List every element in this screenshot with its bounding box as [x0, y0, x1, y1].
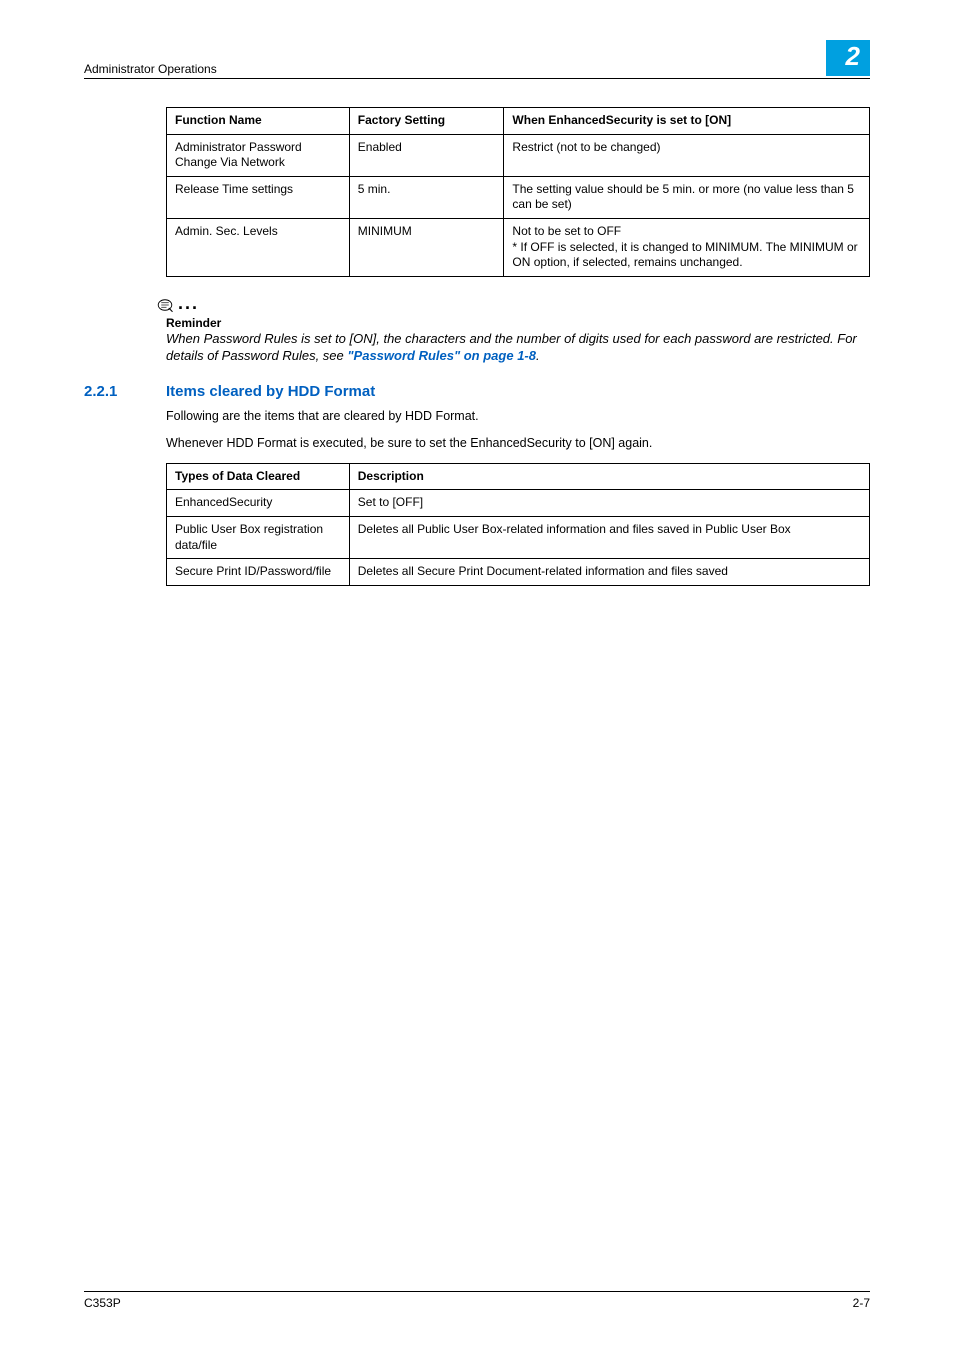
table-cell: Deletes all Secure Print Document-relate… [349, 559, 869, 586]
section-heading: 2.2.1 Items cleared by HDD Format [84, 383, 870, 400]
paragraph: Following are the items that are cleared… [166, 408, 870, 426]
content-area: Function Name Factory Setting When Enhan… [166, 107, 870, 586]
table-cell: Not to be set to OFF * If OFF is selecte… [504, 218, 870, 276]
table-row: Administrator Password Change Via Networ… [167, 134, 870, 176]
page-footer: C353P 2-7 [84, 1291, 870, 1310]
table-cell: 5 min. [349, 176, 504, 218]
ellipsis-icon: ... [178, 293, 199, 313]
table-header-cell: Function Name [167, 108, 350, 135]
reminder-text: When Password Rules is set to [ON], the … [166, 330, 870, 365]
reminder-label: Reminder [166, 316, 870, 330]
cleared-data-table: Types of Data Cleared Description Enhanc… [166, 463, 870, 586]
page: Administrator Operations 2 Function Name… [0, 0, 954, 1350]
table-row: EnhancedSecurity Set to [OFF] [167, 490, 870, 517]
reminder-icon-row: ... [156, 293, 870, 314]
running-header: Administrator Operations 2 [84, 40, 870, 79]
table-row: Admin. Sec. Levels MINIMUM Not to be set… [167, 218, 870, 276]
table-row: Public User Box registration data/file D… [167, 517, 870, 559]
table-cell: Deletes all Public User Box-related info… [349, 517, 869, 559]
note-icon [156, 296, 174, 314]
section-number: 2.2.1 [84, 383, 138, 400]
table-cell: Secure Print ID/Password/file [167, 559, 350, 586]
table-cell: Set to [OFF] [349, 490, 869, 517]
footer-page-number: 2-7 [853, 1296, 870, 1310]
chapter-number-badge: 2 [826, 40, 870, 76]
table-header-row: Function Name Factory Setting When Enhan… [167, 108, 870, 135]
table-cell: The setting value should be 5 min. or mo… [504, 176, 870, 218]
password-rules-link[interactable]: "Password Rules" on page 1-8 [347, 348, 536, 363]
table-cell: Administrator Password Change Via Networ… [167, 134, 350, 176]
table-header-cell: Factory Setting [349, 108, 504, 135]
table-header-cell: Types of Data Cleared [167, 463, 350, 490]
table-cell: Release Time settings [167, 176, 350, 218]
section-title: Items cleared by HDD Format [166, 383, 375, 400]
table-cell: Admin. Sec. Levels [167, 218, 350, 276]
table-cell: EnhancedSecurity [167, 490, 350, 517]
table-cell: Enabled [349, 134, 504, 176]
header-section-title: Administrator Operations [84, 62, 217, 76]
table-cell: Public User Box registration data/file [167, 517, 350, 559]
table-header-cell: Description [349, 463, 869, 490]
paragraph: Whenever HDD Format is executed, be sure… [166, 435, 870, 453]
table-cell: MINIMUM [349, 218, 504, 276]
table-header-cell: When EnhancedSecurity is set to [ON] [504, 108, 870, 135]
footer-model: C353P [84, 1296, 121, 1310]
function-settings-table: Function Name Factory Setting When Enhan… [166, 107, 870, 277]
table-header-row: Types of Data Cleared Description [167, 463, 870, 490]
table-row: Secure Print ID/Password/file Deletes al… [167, 559, 870, 586]
reminder-text-part-b: . [536, 348, 540, 363]
table-row: Release Time settings 5 min. The setting… [167, 176, 870, 218]
table-cell: Restrict (not to be changed) [504, 134, 870, 176]
